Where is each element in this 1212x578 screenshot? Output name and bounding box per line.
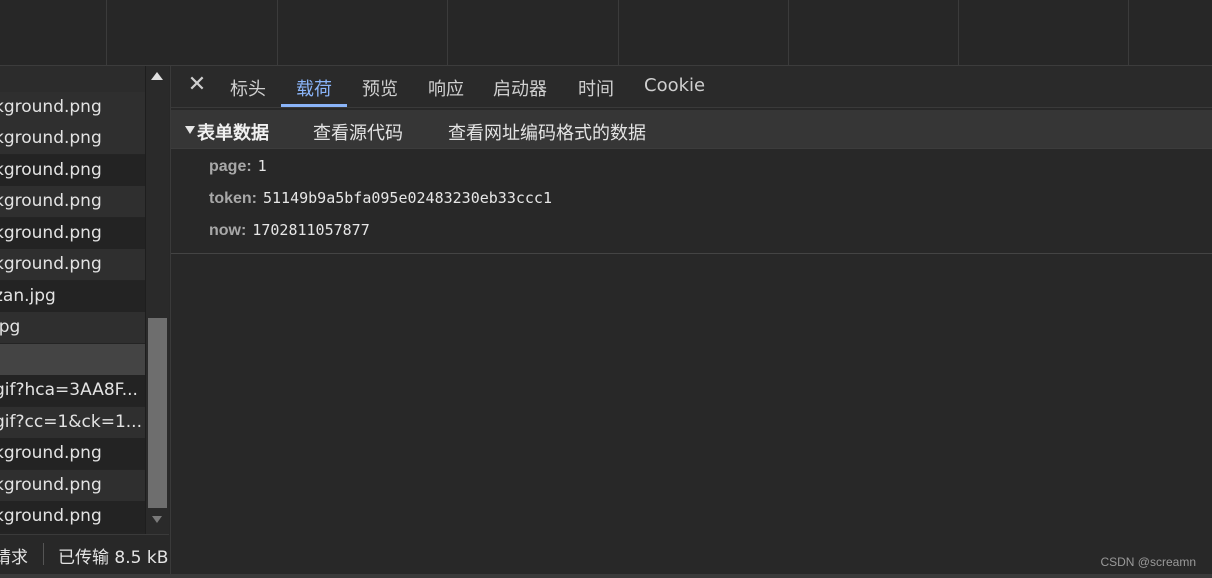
transferred-size: 已传输 8.5 kB <box>58 548 169 568</box>
request-row[interactable]: zan.jpg <box>0 281 145 312</box>
scroll-up-icon[interactable] <box>151 72 163 80</box>
waterfall-strip <box>0 0 1212 66</box>
request-name: kground.png <box>0 506 102 526</box>
request-detail-panel: ✕ 标头 载荷 预览 响应 启动器 时间 Cookie 表单数据 查看源代码 查… <box>170 66 1212 574</box>
waterfall-gridline <box>788 0 789 65</box>
form-data-value: 1702811057877 <box>252 221 370 239</box>
form-data-key: now: <box>209 222 247 239</box>
request-row[interactable]: kground.png <box>0 186 145 217</box>
request-name: gif?cc=1&ck=1... <box>0 412 142 432</box>
request-row[interactable]: kground.png <box>0 501 145 532</box>
request-name: kground.png <box>0 443 102 463</box>
request-list: kground.png kground.png kground.png kgro… <box>0 66 169 534</box>
status-divider <box>43 543 44 565</box>
request-row[interactable]: kground.png <box>0 438 145 469</box>
watermark: CSDN @screamn <box>1100 555 1196 569</box>
request-name: kground.png <box>0 475 102 495</box>
section-divider <box>171 253 1212 254</box>
request-row[interactable]: kground.png <box>0 470 145 501</box>
request-count: 请求 <box>0 548 28 568</box>
request-name: zan.jpg <box>0 286 56 306</box>
request-row[interactable]: gif?cc=1&ck=1... <box>0 407 145 438</box>
request-row[interactable]: kground.png <box>0 218 145 249</box>
request-name: jpg <box>0 317 21 337</box>
waterfall-gridline <box>106 0 107 65</box>
scrollbar-thumb[interactable] <box>148 318 167 508</box>
tab-response[interactable]: 响应 <box>428 75 464 106</box>
request-row[interactable]: kground.png <box>0 155 145 186</box>
request-name: kground.png <box>0 160 102 180</box>
scroll-down-icon[interactable] <box>152 516 162 523</box>
request-name: kground.png <box>0 254 102 274</box>
request-name: kground.png <box>0 191 102 211</box>
tab-headers[interactable]: 标头 <box>230 75 266 106</box>
form-data-section-header[interactable]: 表单数据 查看源代码 查看网址编码格式的数据 <box>171 110 1212 149</box>
request-name: kground.png <box>0 223 102 243</box>
view-source-link[interactable]: 查看源代码 <box>313 119 403 145</box>
request-row[interactable]: kground.png <box>0 249 145 280</box>
waterfall-gridline <box>277 0 278 65</box>
detail-tabbar: ✕ 标头 载荷 预览 响应 启动器 时间 Cookie <box>171 66 1212 108</box>
request-row[interactable]: kground.png <box>0 92 145 123</box>
request-row[interactable]: jpg <box>0 312 145 343</box>
form-data-key: token: <box>209 190 257 207</box>
request-list-scrollbar[interactable] <box>145 66 169 534</box>
view-url-encoded-link[interactable]: 查看网址编码格式的数据 <box>448 119 646 145</box>
waterfall-gridline <box>958 0 959 65</box>
request-name: gif?hca=3AA8F... <box>0 380 138 400</box>
request-name: kground.png <box>0 97 102 117</box>
expand-triangle-icon[interactable] <box>185 126 195 134</box>
tab-cookies[interactable]: Cookie <box>644 75 705 106</box>
close-icon[interactable]: ✕ <box>187 74 207 96</box>
request-name: kground.png <box>0 128 102 148</box>
form-data-value: 51149b9a5bfa095e02483230eb33ccc1 <box>263 189 552 207</box>
form-data-row: token: 51149b9a5bfa095e02483230eb33ccc1 <box>209 188 552 212</box>
form-data-value: 1 <box>257 157 267 175</box>
tab-initiator[interactable]: 启动器 <box>493 75 547 106</box>
request-row-selected[interactable] <box>0 344 145 375</box>
active-tab-indicator <box>281 104 347 107</box>
waterfall-gridline <box>447 0 448 65</box>
form-data-title[interactable]: 表单数据 <box>197 119 269 145</box>
request-row[interactable]: kground.png <box>0 123 145 154</box>
tab-preview[interactable]: 预览 <box>362 75 398 106</box>
form-data-row: now: 1702811057877 <box>209 220 370 244</box>
request-row[interactable]: gif?hca=3AA8F... <box>0 375 145 406</box>
tab-timing[interactable]: 时间 <box>578 75 614 106</box>
tab-payload[interactable]: 载荷 <box>296 75 332 106</box>
status-bar: 请求 已传输 8.5 kB <box>0 534 169 575</box>
form-data-key: page: <box>209 158 252 175</box>
form-data-row: page: 1 <box>209 156 267 180</box>
waterfall-gridline <box>618 0 619 65</box>
window-bottom-edge <box>0 574 1212 578</box>
waterfall-gridline <box>1128 0 1129 65</box>
